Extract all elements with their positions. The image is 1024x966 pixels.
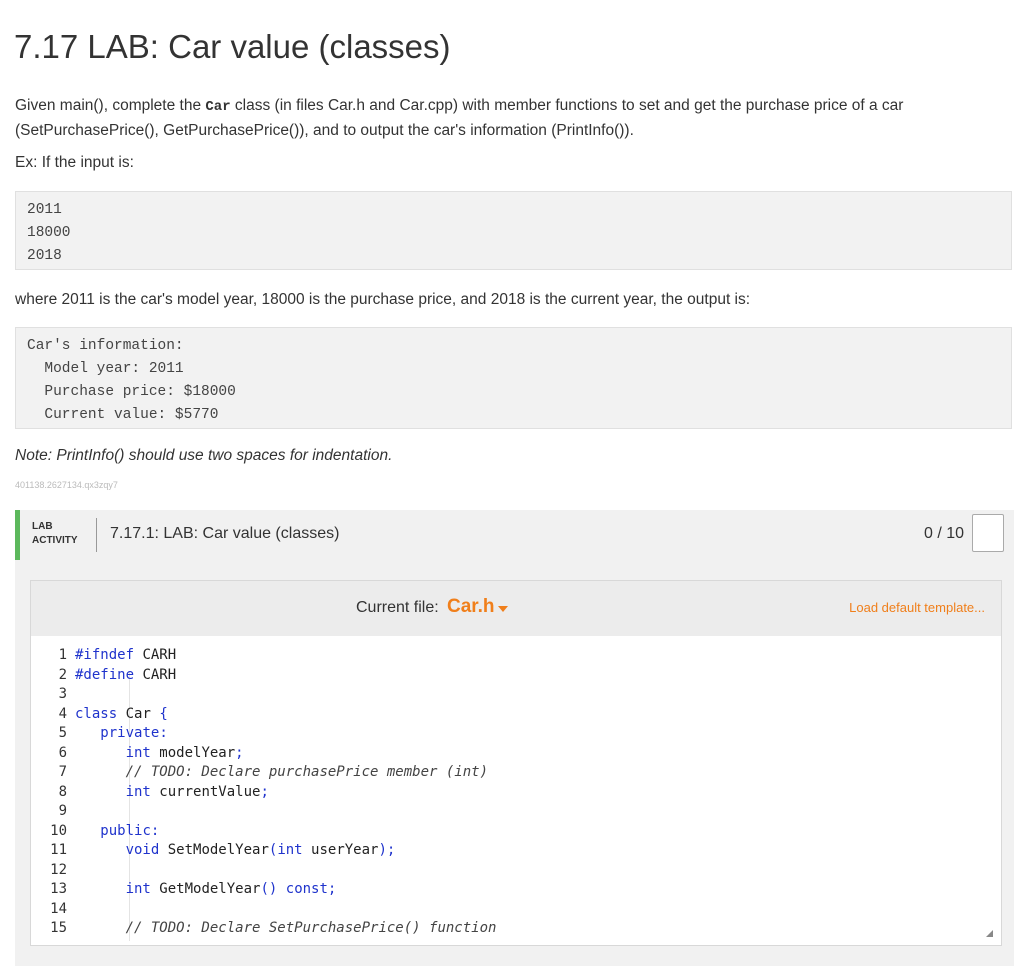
example-output-block: Car's information: Model year: 2011 Purc… [15,327,1012,429]
code-text[interactable]: public: [75,823,159,839]
lab-activity-tag: LAB ACTIVITY [32,520,78,548]
chevron-down-icon[interactable] [498,606,508,612]
line-number: 2 [58,666,67,683]
example-input-block: 2011 18000 2018 [15,191,1012,270]
content-id: 401138.2627134.qx3zqy7 [15,480,118,490]
line-number: 5 [58,725,67,741]
completion-box [972,514,1004,552]
output-line: Purchase price: $18000 [27,384,236,400]
code-line[interactable]: 5 private: [31,724,1001,744]
line-number: 7 [58,764,67,780]
where-text: where 2011 is the car's model year, 1800… [15,291,751,308]
line-number: 14 [50,900,67,917]
current-file-label: Current file: [356,599,439,616]
code-text[interactable]: int currentValue; [75,784,269,800]
code-line[interactable]: 11 void SetModelYear(int userYear); [31,841,1001,861]
lab-score: 0 / 10 [923,525,964,542]
code-text[interactable]: void SetModelYear(int userYear); [75,842,396,858]
input-line: 2018 [27,248,62,264]
lab-title: 7.17.1: LAB: Car value (classes) [110,525,340,542]
lab-tag-line1: LAB [32,521,53,532]
resize-handle-icon[interactable] [986,930,993,937]
code-line[interactable]: 1 #ifndef CARH [31,646,1001,666]
current-file-dropdown[interactable]: Car.h [447,596,495,618]
code-line[interactable]: 8 int currentValue; [31,783,1001,803]
intro-paragraph: Given main(), complete the Car class (in… [15,94,903,142]
indentation-note: Note: PrintInfo() should use two spaces … [15,447,393,464]
line-number: 11 [50,842,67,858]
load-default-template-link[interactable]: Load default template... [849,600,985,615]
code-line[interactable]: 13 int GetModelYear() const; [31,880,1001,900]
code-text-area[interactable]: 1 #ifndef CARH 2 #define CARH 3 4 class Car { 5… [31,646,1001,946]
input-line: 2011 [27,202,62,218]
code-line[interactable]: 14 [31,900,1001,920]
line-number: 3 [58,686,67,702]
code-text[interactable]: // TODO: Declare SetPurchasePrice() func… [75,920,497,936]
intro-text-before: Given main(), complete the [15,97,206,114]
lab-tag-line2: ACTIVITY [32,535,78,546]
line-number: 15 [50,920,67,936]
lab-divider [96,518,97,552]
code-line[interactable]: 2 #define CARH [31,666,1001,686]
intro-code-car: Car [205,99,231,115]
code-line[interactable]: 3 [31,685,1001,705]
code-text[interactable]: int GetModelYear() const; [75,881,337,897]
page-title: 7.17 LAB: Car value (classes) [14,28,451,65]
code-line[interactable]: 10 public: [31,822,1001,842]
line-number: 8 [58,783,67,800]
code-text[interactable]: int modelYear; [75,745,244,761]
lab-activity-header: LAB ACTIVITY 7.17.1: LAB: Car value (cla… [15,510,1014,560]
code-line[interactable]: 15 // TODO: Declare SetPurchasePrice() f… [31,919,1001,939]
output-line: Car's information: [27,338,184,354]
code-editor: Current file: Car.h Load default templat… [30,580,1002,946]
code-text[interactable]: #ifndef CARH [75,647,176,663]
code-line[interactable]: 4 class Car { [31,705,1001,725]
code-text[interactable]: class Car { [75,706,168,722]
example-lead: Ex: If the input is: [15,154,134,171]
code-text[interactable]: private: [75,725,167,741]
code-line[interactable]: 9 [31,802,1001,822]
file-bar: Current file: Car.h Load default templat… [31,581,1001,636]
line-number: 10 [50,822,67,839]
code-text[interactable]: #define CARH [75,667,176,683]
intro-text-line2: (SetPurchasePrice(), GetPurchasePrice())… [15,122,634,139]
line-number: 13 [50,881,67,897]
code-line[interactable]: 12 [31,861,1001,881]
line-number: 1 [58,647,67,663]
line-number: 12 [50,861,67,878]
code-text[interactable]: // TODO: Declare purchasePrice member (i… [75,764,488,780]
intro-text-after: class (in files Car.h and Car.cpp) with … [230,97,904,114]
code-line[interactable]: 7 // TODO: Declare purchasePrice member … [31,763,1001,783]
output-line: Current value: $5770 [27,407,219,423]
output-line: Model year: 2011 [27,361,184,377]
line-number: 9 [58,803,67,819]
input-line: 18000 [27,225,71,241]
code-line[interactable]: 6 int modelYear; [31,744,1001,764]
line-number: 4 [58,705,67,722]
line-number: 6 [58,744,67,761]
